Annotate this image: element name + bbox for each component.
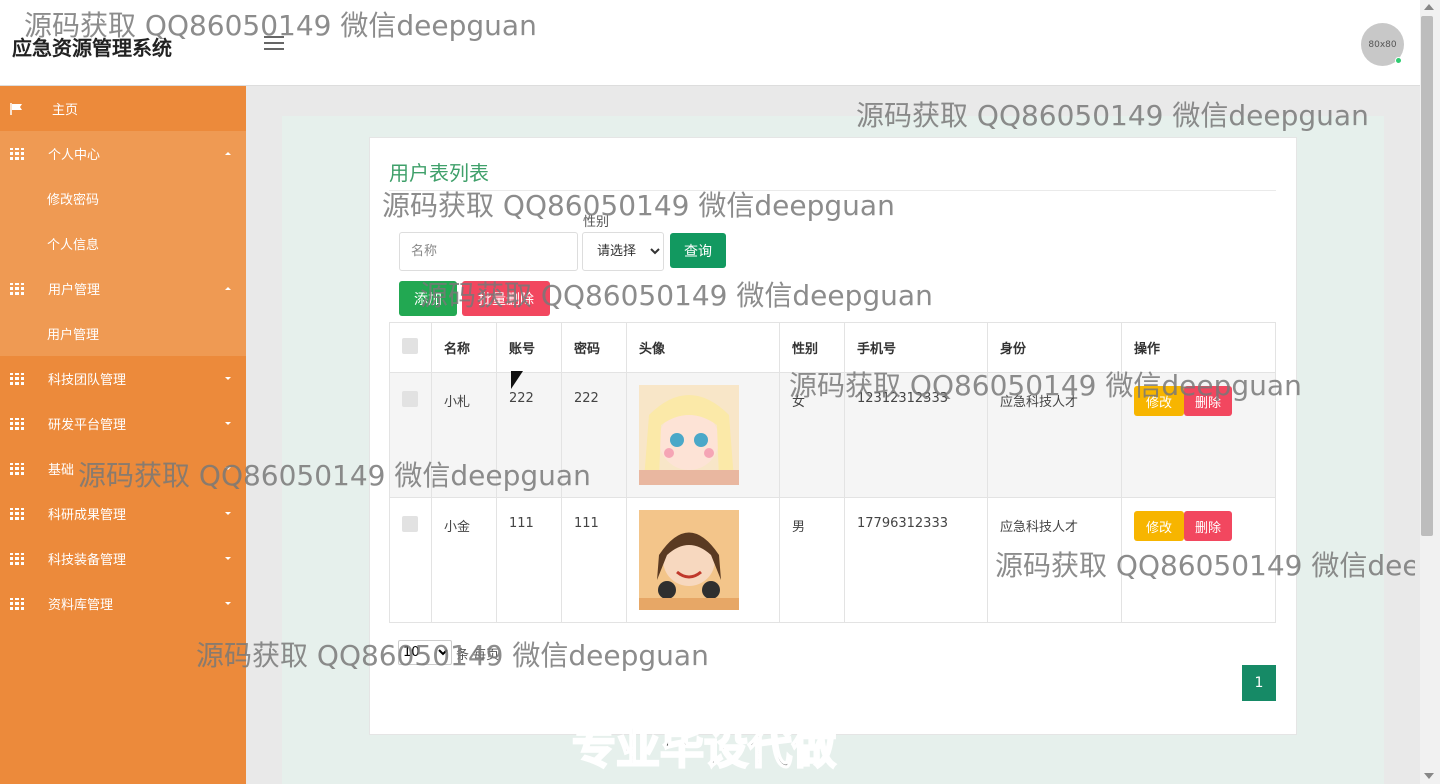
online-status-dot (1395, 57, 1402, 64)
sidebar-item-data-library[interactable]: 资料库管理 (0, 581, 246, 626)
sidebar-subitem-change-password[interactable]: 修改密码 (0, 176, 246, 221)
column-header: 头像 (626, 322, 780, 373)
gender-cell: 男 (779, 497, 845, 623)
sidebar-item-label: 科研成果管理 (48, 508, 127, 523)
promo-banner-text: 专业毕设代做 (571, 722, 837, 775)
watermark-text: 源码获取 QQ86050149 微信deepguan (24, 9, 537, 42)
chevron-up-icon (225, 152, 231, 155)
row-select-cell (389, 497, 432, 623)
user-avatar-image (639, 510, 739, 610)
name-cell: 小金 (431, 497, 497, 623)
grid-icon (10, 147, 24, 160)
sidebar-item-personal-center[interactable]: 个人中心 (0, 131, 246, 176)
sidebar-item-label: 资料库管理 (48, 598, 114, 613)
watermark-text: 源码获取 QQ86050149 微信deepguan (420, 279, 933, 312)
grid-icon (10, 552, 24, 565)
watermark-text: 源码获取 QQ86050149 微信deepguan (382, 189, 895, 222)
column-header: 账号 (496, 322, 562, 373)
sidebar-item-rd-platform[interactable]: 研发平台管理 (0, 401, 246, 446)
sidebar-item-tech-team[interactable]: 科技团队管理 (0, 356, 246, 401)
sidebar-item-label: 科技团队管理 (48, 373, 127, 388)
chevron-up-icon (225, 287, 231, 290)
watermark-text: 源码获取 QQ86050149 微信deepguan (789, 369, 1302, 402)
grid-icon (10, 507, 24, 520)
select-all-cell (389, 322, 432, 373)
password-cell: 111 (561, 497, 627, 623)
sidebar-item-research-results[interactable]: 科研成果管理 (0, 491, 246, 536)
chevron-down-icon (225, 602, 231, 605)
page-title: 用户表列表 (389, 161, 489, 185)
mouse-cursor-icon (511, 371, 523, 389)
watermark-text: 源码获取 QQ86050149 微信deepguan (78, 459, 591, 492)
watermark-text: 源码获取 QQ86050149 微信deepguan (196, 639, 709, 672)
chevron-down-icon (225, 557, 231, 560)
select-all-checkbox[interactable] (402, 337, 418, 354)
sidebar-item-label: 主页 (52, 103, 79, 118)
row-checkbox[interactable] (402, 516, 418, 532)
sidebar-subitem-user-management[interactable]: 用户管理 (0, 311, 246, 356)
watermark-text: 源码获取 QQ86050149 微信deepguan (995, 549, 1415, 582)
sidebar-item-tech-equipment[interactable]: 科技装备管理 (0, 536, 246, 581)
gender-select[interactable]: 请选择 (582, 232, 664, 271)
watermark-text: 源码获取 QQ86050149 微信deepguan (856, 99, 1369, 132)
grid-icon (10, 462, 24, 475)
query-button[interactable]: 查询 (670, 233, 726, 268)
sidebar-item-user-management[interactable]: 用户管理 (0, 266, 246, 311)
chevron-down-icon (225, 422, 231, 425)
column-header: 名称 (431, 322, 497, 373)
edit-button[interactable]: 修改 (1134, 511, 1184, 541)
sidebar-item-label: 个人中心 (48, 148, 101, 163)
grid-icon (10, 417, 24, 430)
scroll-up-icon[interactable] (1424, 4, 1434, 10)
name-search-input[interactable] (399, 232, 578, 271)
avatar-cell (626, 497, 780, 623)
grid-icon (10, 372, 24, 385)
sidebar-item-label: 用户管理 (48, 283, 101, 298)
grid-icon (10, 282, 24, 295)
avatar-cell (626, 372, 780, 498)
sidebar-item-label: 研发平台管理 (48, 418, 127, 433)
grid-icon (10, 597, 24, 610)
scroll-down-icon[interactable] (1424, 773, 1434, 779)
scrollbar-thumb[interactable] (1421, 16, 1433, 536)
chevron-down-icon (225, 377, 231, 380)
sidebar-item-home[interactable]: 主页 (0, 86, 246, 131)
row-checkbox[interactable] (402, 391, 418, 407)
pagination-page-button[interactable]: 1 (1242, 665, 1276, 701)
account-cell: 111 (496, 497, 562, 623)
flag-icon (10, 102, 22, 115)
sidebar-item-label: 基础 (48, 463, 75, 478)
delete-button[interactable]: 删除 (1184, 511, 1232, 541)
sidebar-subitem-personal-info[interactable]: 个人信息 (0, 221, 246, 266)
phone-cell: 17796312333 (844, 497, 988, 623)
user-avatar-image (639, 385, 739, 485)
chevron-down-icon (225, 512, 231, 515)
column-header: 密码 (561, 322, 627, 373)
sidebar-item-label: 科技装备管理 (48, 553, 127, 568)
